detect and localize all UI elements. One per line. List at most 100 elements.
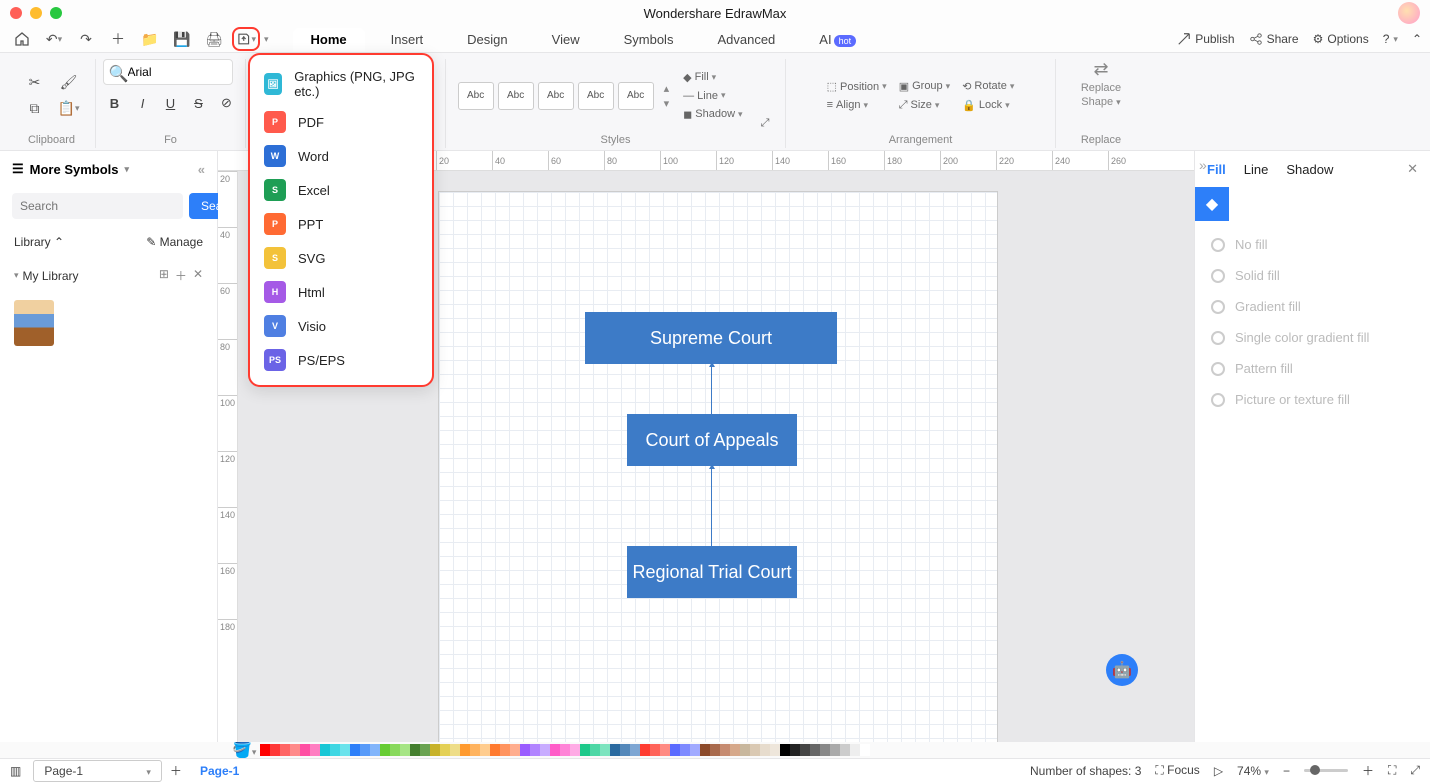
- collapse-ribbon-icon[interactable]: ⌃: [1412, 32, 1422, 46]
- color-swatch[interactable]: [530, 744, 540, 756]
- color-swatch[interactable]: [520, 744, 530, 756]
- group-dropdown[interactable]: ▣ Group▾: [895, 78, 955, 95]
- export-pdf[interactable]: PPDF: [250, 105, 432, 139]
- symbol-thumbnail[interactable]: [14, 300, 54, 346]
- style-preset[interactable]: Abc: [578, 82, 614, 110]
- color-swatch[interactable]: [690, 744, 700, 756]
- shape-box[interactable]: Court of Appeals: [627, 414, 797, 466]
- color-swatch[interactable]: [650, 744, 660, 756]
- color-swatch[interactable]: [270, 744, 280, 756]
- color-swatch[interactable]: [740, 744, 750, 756]
- color-swatch[interactable]: [410, 744, 420, 756]
- position-dropdown[interactable]: ⬚ Position▾: [823, 78, 891, 95]
- color-swatch[interactable]: [430, 744, 440, 756]
- color-swatch[interactable]: [310, 744, 320, 756]
- page-tab-1[interactable]: Page-1: [190, 761, 249, 781]
- play-icon[interactable]: ▷: [1214, 764, 1223, 778]
- color-swatch[interactable]: [810, 744, 820, 756]
- color-swatch[interactable]: [380, 744, 390, 756]
- export-svg[interactable]: SSVG: [250, 241, 432, 275]
- tab-design[interactable]: Design: [449, 28, 525, 51]
- options-button[interactable]: ⚙ Options: [1313, 32, 1369, 46]
- styles-expand-icon[interactable]: ⤢: [757, 115, 774, 132]
- color-swatch[interactable]: [370, 744, 380, 756]
- manage-button[interactable]: ✎ Manage: [146, 235, 203, 249]
- paste-icon[interactable]: 📋▾: [55, 97, 83, 121]
- color-swatch[interactable]: [440, 744, 450, 756]
- symbols-menu-icon[interactable]: ☰: [12, 161, 24, 177]
- help-icon[interactable]: ? ▾: [1383, 32, 1398, 46]
- save-icon[interactable]: 💾: [168, 27, 196, 51]
- more-symbols-label[interactable]: More Symbols: [30, 162, 119, 177]
- color-swatch[interactable]: [320, 744, 330, 756]
- export-excel[interactable]: SExcel: [250, 173, 432, 207]
- copy-icon[interactable]: ⧉: [21, 97, 49, 121]
- color-swatch[interactable]: [660, 744, 670, 756]
- shape-box[interactable]: Supreme Court: [585, 312, 837, 364]
- color-swatch[interactable]: [540, 744, 550, 756]
- color-swatch[interactable]: [470, 744, 480, 756]
- page[interactable]: Supreme CourtCourt of AppealsRegional Tr…: [438, 191, 998, 742]
- window-close[interactable]: [10, 7, 22, 19]
- export-html[interactable]: HHtml: [250, 275, 432, 309]
- my-library-section[interactable]: ▾ My Library ⊞ ＋ ✕: [0, 259, 217, 292]
- lock-dropdown[interactable]: 🔒 Lock▾: [958, 97, 1018, 114]
- color-swatch[interactable]: [780, 744, 790, 756]
- export-word[interactable]: WWord: [250, 139, 432, 173]
- style-preset[interactable]: Abc: [498, 82, 534, 110]
- library-label[interactable]: Library ⌃: [14, 235, 64, 249]
- undo-icon[interactable]: ↶ ▾: [40, 27, 68, 51]
- color-swatch[interactable]: [770, 744, 780, 756]
- color-swatch[interactable]: [620, 744, 630, 756]
- chat-fab-icon[interactable]: 🤖: [1106, 654, 1138, 686]
- fill-option[interactable]: Picture or texture fill: [1209, 384, 1416, 415]
- color-swatch[interactable]: [830, 744, 840, 756]
- line-dropdown[interactable]: — Line ▾: [679, 88, 746, 104]
- export-ps-eps[interactable]: PSPS/EPS: [250, 343, 432, 377]
- color-swatch[interactable]: [860, 744, 870, 756]
- zoom-value[interactable]: 74% ▾: [1237, 764, 1269, 778]
- cut-icon[interactable]: ✂: [21, 71, 49, 95]
- color-swatch[interactable]: [640, 744, 650, 756]
- lib-close-icon[interactable]: ✕: [193, 267, 203, 284]
- tab-view[interactable]: View: [534, 28, 598, 51]
- format-tab-line[interactable]: Line: [1244, 162, 1269, 177]
- color-swatch[interactable]: [550, 744, 560, 756]
- color-swatch[interactable]: [730, 744, 740, 756]
- lib-plus-icon[interactable]: ＋: [175, 267, 187, 284]
- fill-dropdown[interactable]: ◆ Fill ▾: [679, 69, 746, 86]
- styles-down[interactable]: ▾: [664, 97, 670, 110]
- style-preset[interactable]: Abc: [458, 82, 494, 110]
- styles-up[interactable]: ▴: [664, 82, 670, 95]
- tab-symbols[interactable]: Symbols: [606, 28, 692, 51]
- fill-option[interactable]: Single color gradient fill: [1209, 322, 1416, 353]
- color-swatch[interactable]: [300, 744, 310, 756]
- export-button[interactable]: ▾: [232, 27, 260, 51]
- color-swatch[interactable]: [760, 744, 770, 756]
- color-swatch[interactable]: [580, 744, 590, 756]
- connector-line[interactable]: [711, 468, 712, 546]
- open-icon[interactable]: 📁: [136, 27, 164, 51]
- export-ppt[interactable]: PPPT: [250, 207, 432, 241]
- size-dropdown[interactable]: ⤢ Size▾: [895, 97, 955, 114]
- window-maximize[interactable]: [50, 7, 62, 19]
- replace-shape-icon[interactable]: ⇄: [1093, 59, 1108, 80]
- expand-right-icon[interactable]: »: [1195, 153, 1211, 177]
- strike-button[interactable]: S: [187, 91, 211, 115]
- color-swatch[interactable]: [630, 744, 640, 756]
- color-swatch[interactable]: [850, 744, 860, 756]
- color-swatch[interactable]: [480, 744, 490, 756]
- underline-button[interactable]: U: [159, 91, 183, 115]
- color-swatch[interactable]: [260, 744, 270, 756]
- fit-page-icon[interactable]: ⛶: [1388, 763, 1396, 778]
- color-swatch[interactable]: [400, 744, 410, 756]
- share-button[interactable]: Share: [1249, 32, 1299, 46]
- style-preset[interactable]: Abc: [538, 82, 574, 110]
- page-selector[interactable]: Page-1 ▾: [33, 760, 162, 782]
- italic-button[interactable]: I: [131, 91, 155, 115]
- collapse-left-icon[interactable]: «: [198, 162, 205, 177]
- color-swatch[interactable]: [330, 744, 340, 756]
- fill-option[interactable]: Solid fill: [1209, 260, 1416, 291]
- color-swatch[interactable]: [460, 744, 470, 756]
- color-swatch[interactable]: [280, 744, 290, 756]
